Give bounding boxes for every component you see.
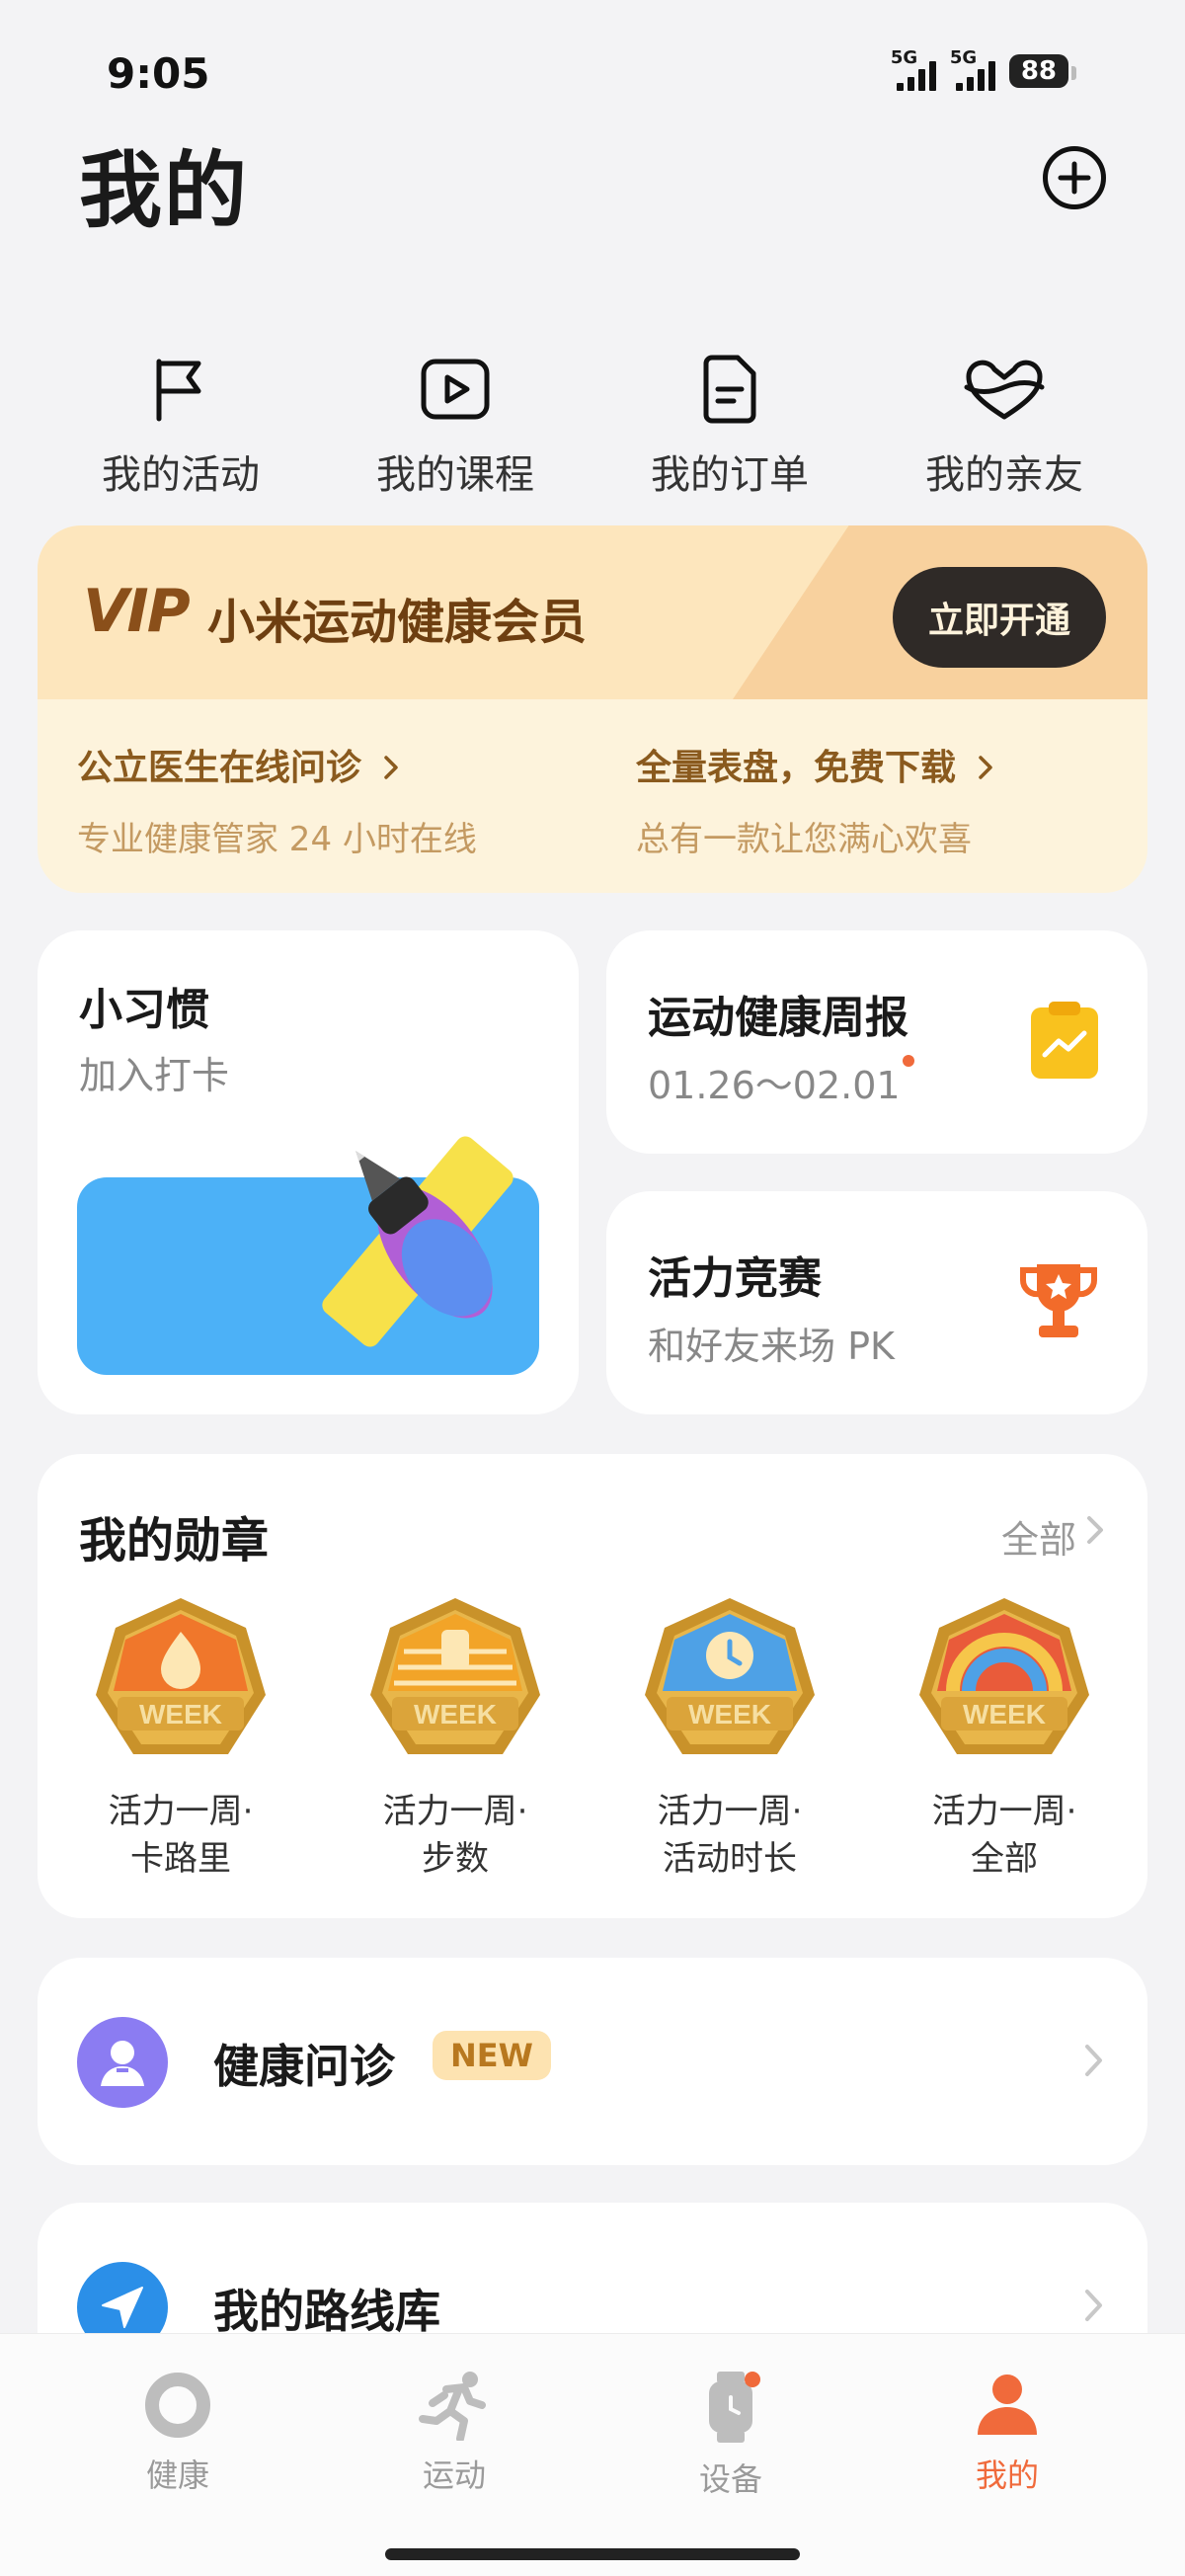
habit-subtitle: 加入打卡 [79, 1054, 230, 1097]
week-badge-icon: WEEK [96, 1598, 266, 1754]
plus-icon [1058, 161, 1091, 195]
badge-name: 活力一周· 步数 [382, 1792, 528, 1879]
vip-benefit-consult[interactable]: 公立医生在线问诊 专业健康管家 24 小时在线 [77, 739, 477, 860]
weekly-report-title: 运动健康周报 [648, 993, 908, 1043]
badge-all[interactable]: WEEK 活力一周· 全部 [876, 1592, 1133, 1883]
quick-link-family[interactable]: 我的亲友 [871, 354, 1138, 500]
health-consult-row[interactable]: 健康问诊 NEW [38, 1958, 1147, 2165]
badge-week-text: WEEK [963, 1699, 1046, 1730]
badge-name: 活力一周· 卡路里 [108, 1792, 254, 1879]
network-type: 5G [890, 47, 918, 68]
nav-tab-workout[interactable]: 运动 [346, 2370, 563, 2500]
unread-dot [902, 1055, 914, 1067]
chevron-right-icon [383, 756, 398, 779]
watch-icon [709, 2372, 760, 2443]
badges-all-link[interactable]: 全部 [1001, 1509, 1076, 1564]
doctor-icon [77, 2017, 168, 2108]
vip-benefit-title: 公立医生在线问诊 [77, 748, 362, 788]
signal-icon: 5G [891, 47, 936, 91]
vip-benefit-watchfaces[interactable]: 全量表盘，免费下载 总有一款让您满心欢喜 [636, 739, 996, 860]
chevron-right-icon [978, 756, 992, 779]
habit-title: 小习惯 [79, 985, 209, 1035]
week-badge-icon: WEEK [370, 1598, 540, 1754]
nav-label: 健康 [145, 2456, 209, 2494]
health-consult-label: 健康问诊 [213, 2040, 395, 2093]
document-icon [703, 355, 756, 424]
profile-icon [978, 2375, 1037, 2435]
nav-tab-device[interactable]: 设备 [622, 2370, 839, 2500]
quick-link-label: 我的亲友 [925, 452, 1083, 498]
contest-title: 活力竞赛 [648, 1253, 822, 1304]
quick-links: 我的活动 我的课程 我的订单 我的亲友 [40, 354, 1146, 500]
bottom-navigation: 健康 运动 设备 我的 [0, 2333, 1185, 2576]
chevron-right-icon [1085, 2290, 1102, 2321]
vip-benefit-subtitle: 专业健康管家 24 小时在线 [77, 820, 477, 859]
quick-link-label: 我的订单 [651, 452, 809, 498]
badge-week-text: WEEK [688, 1699, 771, 1730]
route-library-label: 我的路线库 [213, 2285, 440, 2338]
network-type: 5G [949, 47, 978, 68]
nav-tab-health[interactable]: 健康 [69, 2370, 286, 2500]
quick-link-label: 我的活动 [102, 452, 260, 498]
badge-active-time[interactable]: WEEK 活力一周· 活动时长 [601, 1592, 858, 1883]
badge-week-text: WEEK [414, 1699, 497, 1730]
chevron-right-icon[interactable] [1082, 1513, 1108, 1547]
badge-name: 活力一周· 全部 [931, 1792, 1077, 1879]
play-icon [421, 359, 490, 420]
chevron-right-icon [1085, 2045, 1102, 2076]
badge-week-text: WEEK [139, 1699, 222, 1730]
habit-illustration [77, 1136, 539, 1375]
battery-icon: 88 [1008, 54, 1077, 88]
health-ring-icon [145, 2373, 210, 2438]
quick-link-courses[interactable]: 我的课程 [322, 354, 589, 500]
contest-subtitle: 和好友来场 PK [648, 1325, 895, 1368]
nav-label: 设备 [698, 2460, 762, 2498]
signal-icon: 5G [950, 47, 995, 91]
weekly-report-range: 01.26～02.01 [648, 1055, 914, 1109]
report-clipboard-icon [1031, 1002, 1098, 1079]
badges-title: 我的勋章 [79, 1513, 270, 1569]
nav-label: 运动 [422, 2456, 486, 2494]
nav-label: 我的 [975, 2456, 1039, 2494]
status-icons: 5G 5G 88 [891, 47, 1077, 91]
runner-icon [419, 2372, 486, 2441]
habit-card[interactable]: 小习惯 加入打卡 [38, 930, 579, 1414]
add-button[interactable] [1043, 146, 1106, 209]
new-badge: NEW [433, 2031, 551, 2080]
vitality-contest-card[interactable]: 活力竞赛 和好友来场 PK [606, 1191, 1147, 1414]
status-time: 9:05 [107, 49, 210, 98]
weekly-report-card[interactable]: 运动健康周报 01.26～02.01 [606, 930, 1147, 1154]
home-indicator[interactable] [385, 2548, 800, 2560]
nav-tab-me[interactable]: 我的 [899, 2370, 1116, 2500]
pen-ruler-icon [322, 1136, 514, 1347]
vip-name: 小米运动健康会员 [207, 595, 588, 650]
quick-link-activities[interactable]: 我的活动 [47, 354, 314, 500]
badge-name: 活力一周· 活动时长 [657, 1792, 803, 1879]
vip-card[interactable]: VIP 小米运动健康会员 立即开通 公立医生在线问诊 专业健康管家 24 小时在… [38, 525, 1147, 893]
page-title: 我的 [79, 142, 250, 239]
week-badge-icon: WEEK [919, 1598, 1089, 1754]
badge-calories[interactable]: WEEK 活力一周· 卡路里 [52, 1592, 309, 1883]
vip-activate-button[interactable]: 立即开通 [893, 567, 1106, 668]
vip-banner: VIP 小米运动健康会员 立即开通 [38, 525, 1147, 699]
badge-list: WEEK 活力一周· 卡路里 WEEK 活力一周· 步数 WEEK 活力一周· … [38, 1592, 1147, 1883]
badges-card: 我的勋章 全部 WEEK 活力一周· 卡路里 WEEK 活力一周· 步数 WEE… [38, 1454, 1147, 1918]
heart-icon [964, 360, 1045, 420]
week-badge-icon: WEEK [645, 1598, 815, 1754]
vip-logo: VIP [83, 577, 191, 646]
badge-steps[interactable]: WEEK 活力一周· 步数 [327, 1592, 584, 1883]
flag-icon [156, 359, 201, 422]
vip-benefit-title: 全量表盘，免费下载 [636, 748, 957, 788]
quick-link-orders[interactable]: 我的订单 [596, 354, 863, 500]
trophy-icon [1019, 1264, 1098, 1337]
vip-benefit-subtitle: 总有一款让您满心欢喜 [636, 820, 972, 859]
quick-link-label: 我的课程 [376, 452, 534, 498]
